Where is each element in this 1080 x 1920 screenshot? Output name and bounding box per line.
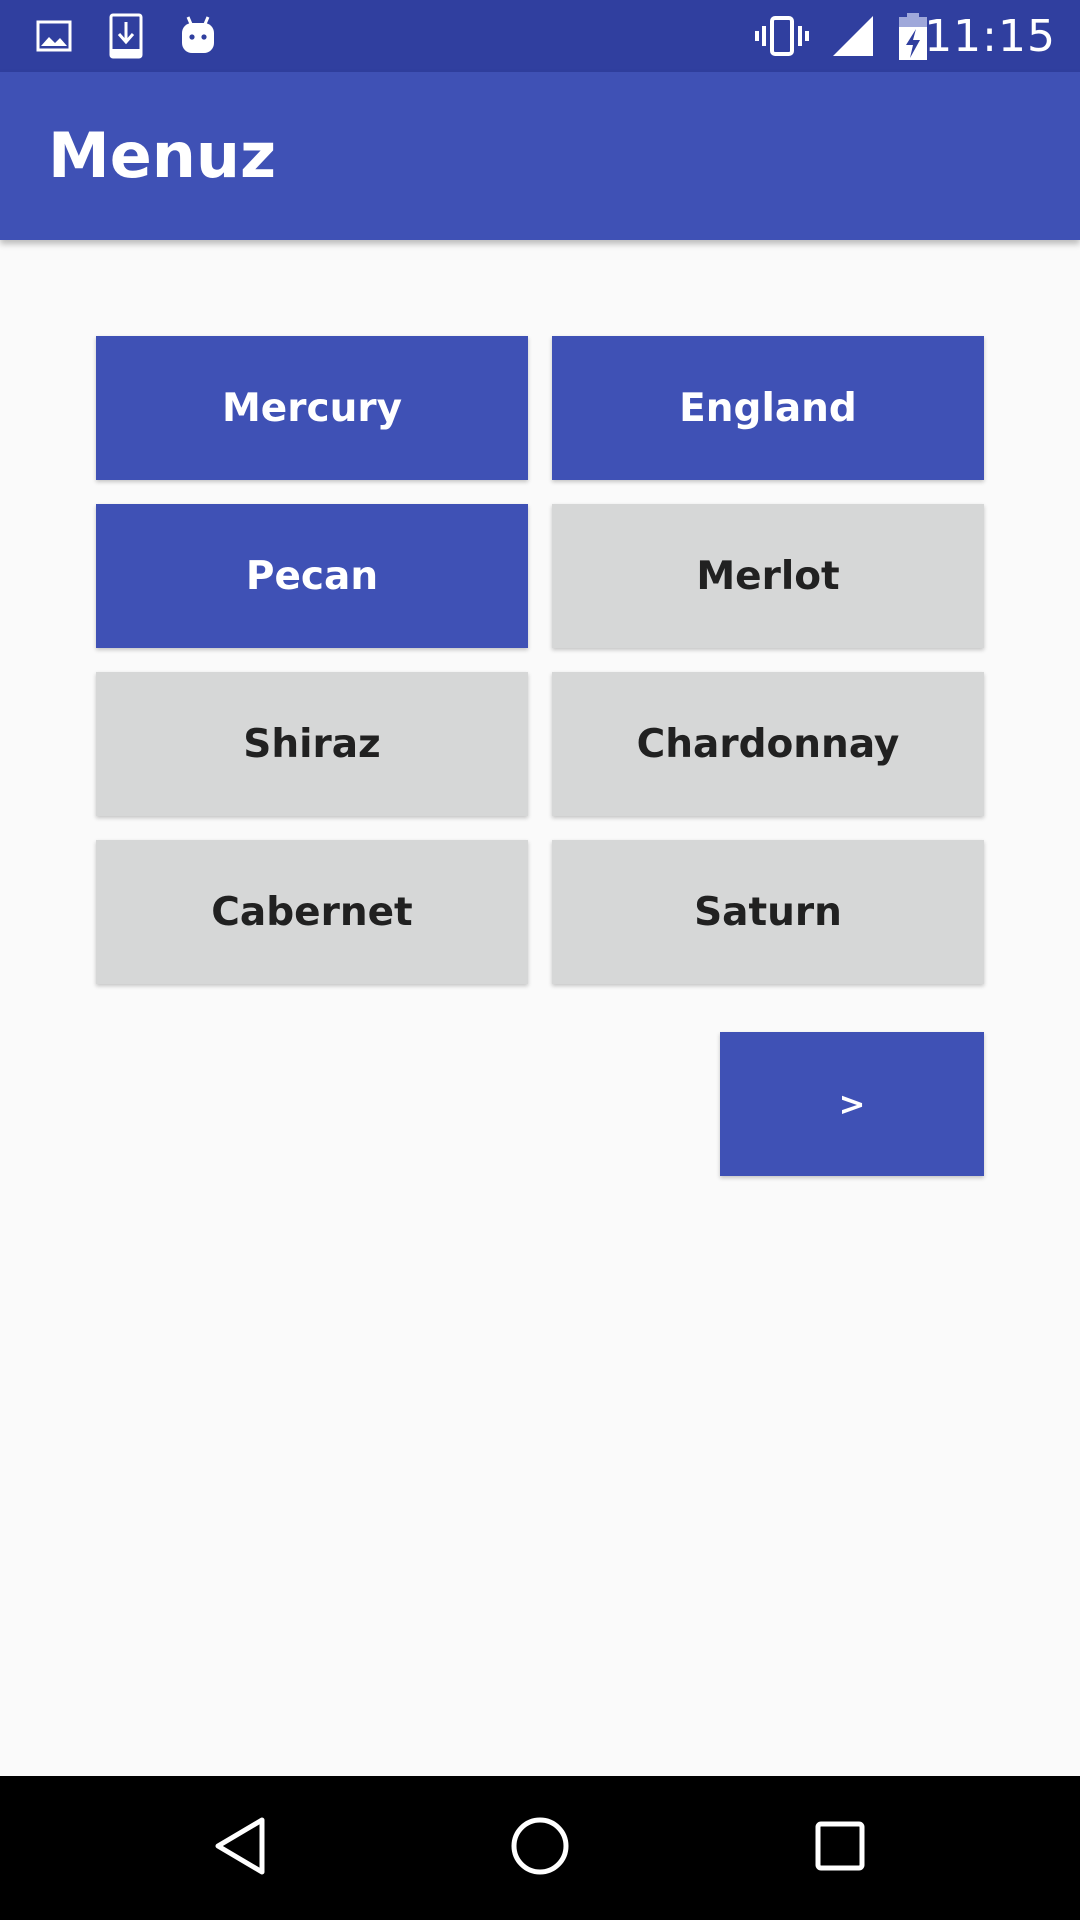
vibrate-icon (752, 0, 812, 72)
download-icon (104, 0, 148, 72)
signal-icon (828, 0, 878, 72)
back-icon (210, 1814, 270, 1883)
option-button-shiraz[interactable]: Shiraz (96, 672, 528, 816)
next-button[interactable]: > (720, 1032, 984, 1176)
status-bar: 11:15 (0, 0, 1080, 72)
recents-button[interactable] (768, 1776, 912, 1920)
option-button-cabernet[interactable]: Cabernet (96, 840, 528, 984)
option-button-merlot[interactable]: Merlot (552, 504, 984, 648)
home-button[interactable] (468, 1776, 612, 1920)
home-icon (508, 1814, 572, 1883)
option-button-chardonnay[interactable]: Chardonnay (552, 672, 984, 816)
navigation-bar (0, 1776, 1080, 1920)
option-button-pecan[interactable]: Pecan (96, 504, 528, 648)
status-time: 11:15 (924, 11, 1056, 62)
option-button-england[interactable]: England (552, 336, 984, 480)
option-button-saturn[interactable]: Saturn (552, 840, 984, 984)
recents-icon (810, 1816, 870, 1881)
android-icon (176, 0, 220, 72)
gallery-icon (32, 0, 76, 72)
option-button-mercury[interactable]: Mercury (96, 336, 528, 480)
app-bar: Menuz (0, 72, 1080, 240)
app-title: Menuz (48, 119, 277, 192)
back-button[interactable] (168, 1776, 312, 1920)
